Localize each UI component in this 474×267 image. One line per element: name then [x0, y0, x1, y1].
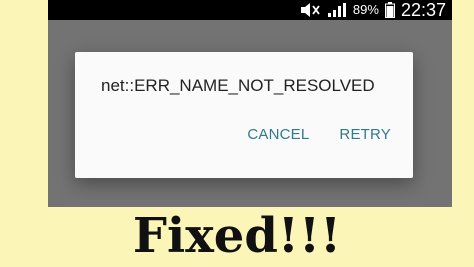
cancel-button[interactable]: CANCEL [247, 124, 309, 145]
battery-percent: 89% [352, 2, 379, 17]
mute-icon [299, 2, 321, 18]
caption-text: Fixed!!! [132, 208, 342, 264]
error-message: net::ERR_NAME_NOT_RESOLVED [101, 76, 375, 95]
battery-icon [384, 2, 395, 18]
status-icons: 89% 22:37 [299, 0, 446, 20]
status-bar: 89% 22:37 [48, 0, 452, 20]
error-dialog: net::ERR_NAME_NOT_RESOLVED CANCEL RETRY [75, 52, 413, 178]
signal-icon [327, 2, 347, 18]
dialog-buttons: CANCEL RETRY [247, 124, 391, 145]
retry-button[interactable]: RETRY [339, 124, 391, 145]
status-time: 22:37 [400, 0, 446, 20]
phone-screen: 89% 22:37 net::ERR_NAME_NOT_RESOLVED CAN… [48, 0, 452, 207]
